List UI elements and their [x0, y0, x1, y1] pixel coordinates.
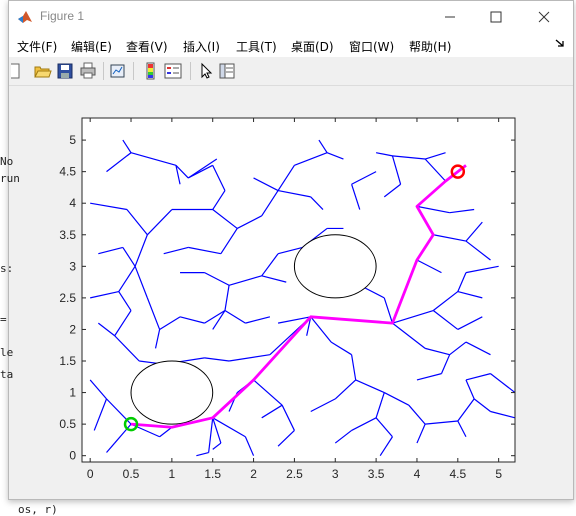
background-code-line: s:	[0, 262, 14, 275]
x-tick-label: 3.5	[368, 467, 385, 481]
y-tick-label: 4.5	[59, 165, 76, 179]
y-tick-label: 4	[69, 196, 76, 210]
y-tick-label: 2.5	[59, 291, 76, 305]
x-tick-label: 1	[169, 467, 176, 481]
x-tick-label: 5	[495, 467, 502, 481]
figure-window: Figure 1 文件(F) 编辑(E) 查看(V) 插入(I) 工具(T) 桌…	[8, 0, 574, 500]
y-tick-label: 5	[69, 133, 76, 147]
x-tick-label: 4.5	[449, 467, 466, 481]
x-tick-label: 3	[332, 467, 339, 481]
x-tick-label: 0.5	[123, 467, 140, 481]
y-tick-label: 3	[69, 259, 76, 273]
x-tick-label: 0	[87, 467, 94, 481]
background-code-line: le	[0, 346, 14, 359]
obstacle-circle	[293, 234, 377, 299]
figure-canvas[interactable]: 0 0.5 1 1.5 2 2.5 3 3.5 4 4.5 5 0 0.5 1 1.5 2 2.5 3 3.5 4 4.…	[9, 1, 573, 499]
background-code-line: os, r)	[18, 503, 58, 516]
y-tick-label: 0	[69, 449, 76, 463]
x-tick-label: 2	[250, 467, 257, 481]
background-code-line: =	[0, 313, 7, 326]
y-tick-label: 1.5	[59, 354, 76, 368]
y-tick-label: 1	[69, 386, 76, 400]
y-tick-label: 0.5	[59, 417, 76, 431]
x-tick-label: 2.5	[286, 467, 303, 481]
y-tick-label: 3.5	[59, 228, 76, 242]
obstacle-circle	[130, 360, 214, 425]
x-tick-label: 1.5	[204, 467, 221, 481]
x-tick-label: 4	[414, 467, 421, 481]
background-code-line: ta	[0, 368, 14, 381]
background-code-line: run	[0, 172, 20, 185]
y-tick-label: 2	[69, 322, 76, 336]
background-code-line: No	[0, 155, 14, 168]
